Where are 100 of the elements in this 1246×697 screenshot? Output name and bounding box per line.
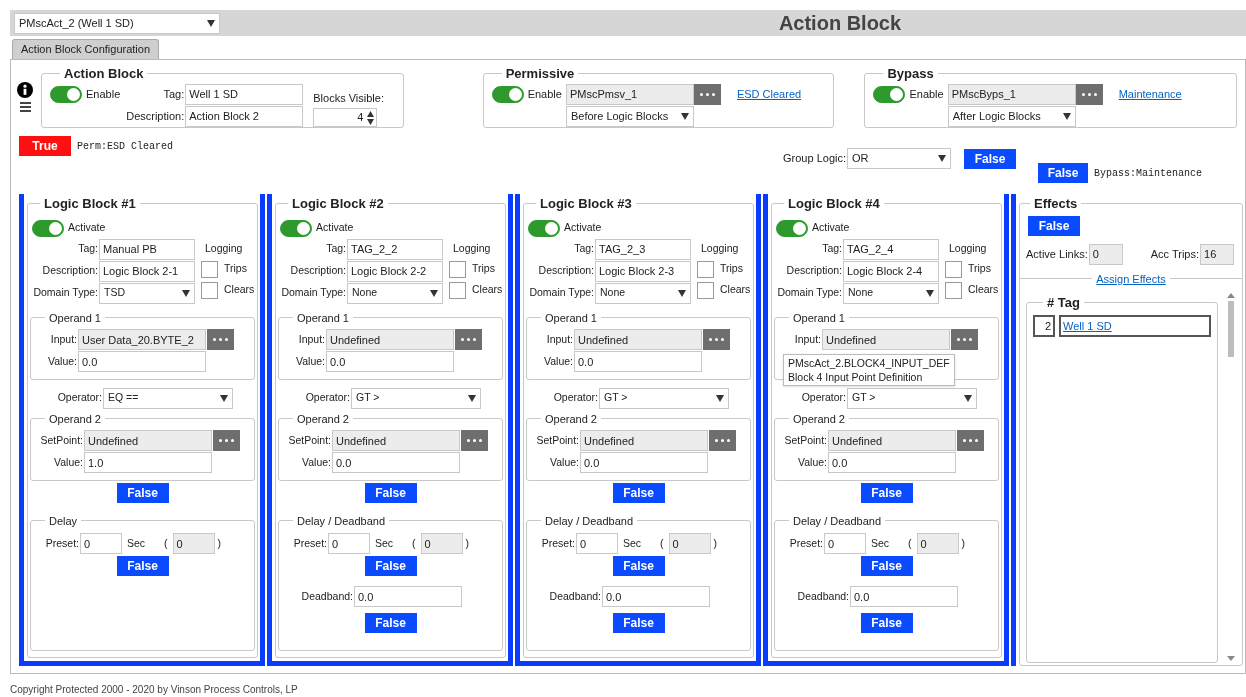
- dropdown[interactable]: EQ ==: [103, 387, 233, 409]
- caret-icon: [716, 394, 724, 402]
- checkbox[interactable]: [945, 281, 962, 299]
- checkbox[interactable]: [697, 260, 714, 278]
- dropdown[interactable]: OR: [847, 148, 951, 169]
- text-field[interactable]: TAG_2_2: [347, 238, 443, 260]
- text-field[interactable]: 0.0: [574, 351, 702, 372]
- text-field[interactable]: 0.0: [78, 351, 206, 372]
- text-field[interactable]: 0: [80, 533, 122, 554]
- text-field[interactable]: Undefined: [828, 430, 956, 451]
- field-label: Domain Type:: [776, 285, 842, 301]
- text-field[interactable]: 0: [668, 533, 711, 554]
- dots-icon: [963, 439, 978, 442]
- tag-cell[interactable]: Well 1 SD: [1059, 314, 1211, 337]
- browse-button[interactable]: [693, 83, 721, 105]
- text-field[interactable]: 0.0: [850, 586, 958, 607]
- toggle-switch[interactable]: [280, 219, 312, 237]
- text-field[interactable]: Well 1 SD: [185, 83, 304, 105]
- caret-icon: [207, 19, 215, 27]
- text-field[interactable]: 0: [576, 533, 618, 554]
- toggle-switch[interactable]: [776, 219, 808, 237]
- text-field[interactable]: Logic Block 2-3: [595, 260, 691, 282]
- text-field[interactable]: 0: [916, 533, 959, 554]
- text-field[interactable]: PMscByps_1: [947, 83, 1076, 105]
- text-field[interactable]: TAG_2_3: [595, 238, 691, 260]
- text-field[interactable]: 0: [824, 533, 866, 554]
- checkbox[interactable]: [945, 260, 962, 278]
- dropdown[interactable]: PMscAct_2 (Well 1 SD): [14, 12, 220, 34]
- toggle-switch[interactable]: [491, 85, 524, 103]
- text-field[interactable]: 0.0: [354, 586, 462, 607]
- checkbox[interactable]: [201, 281, 218, 299]
- checkbox[interactable]: [201, 260, 218, 278]
- text-field[interactable]: 0: [328, 533, 370, 554]
- browse-button[interactable]: [957, 430, 984, 451]
- text-field[interactable]: PMscPmsv_1: [565, 83, 694, 105]
- link[interactable]: Maintenance: [1118, 87, 1182, 100]
- text-field[interactable]: User Data_20.BYTE_2: [78, 329, 206, 350]
- text-field[interactable]: 0: [420, 533, 463, 554]
- dropdown[interactable]: TSD: [99, 282, 195, 304]
- text-field[interactable]: 1.0: [84, 452, 212, 473]
- text-field[interactable]: 0.0: [580, 452, 708, 473]
- text-field[interactable]: 0.0: [828, 452, 956, 473]
- caret-icon: [1062, 112, 1071, 120]
- number-spinner[interactable]: 4: [313, 108, 378, 127]
- text-field[interactable]: 16: [1200, 243, 1235, 265]
- browse-button[interactable]: [213, 430, 240, 451]
- text-field[interactable]: 0.0: [332, 452, 460, 473]
- checkbox[interactable]: [449, 260, 466, 278]
- toggle-switch[interactable]: [50, 85, 82, 103]
- toggle-switch[interactable]: [32, 219, 64, 237]
- text-field[interactable]: Undefined: [326, 329, 454, 350]
- browse-button[interactable]: [951, 329, 978, 350]
- dropdown[interactable]: Before Logic Blocks: [565, 105, 694, 127]
- text-field[interactable]: Manual PB: [99, 238, 195, 260]
- dropdown[interactable]: None: [595, 282, 691, 304]
- menu-icon[interactable]: [19, 102, 31, 112]
- text-field[interactable]: Logic Block 2-1: [99, 260, 195, 282]
- dropdown[interactable]: GT >: [847, 387, 977, 409]
- dropdown[interactable]: None: [347, 282, 443, 304]
- scroll-down-icon[interactable]: [1227, 656, 1235, 661]
- status-note: Bypass:Maintenance: [1094, 166, 1203, 181]
- caret-icon: [220, 394, 228, 402]
- checkbox[interactable]: [449, 281, 466, 299]
- browse-button[interactable]: [455, 329, 482, 350]
- dropdown[interactable]: GT >: [599, 387, 729, 409]
- group-title: Operand 1: [48, 310, 102, 326]
- text-field[interactable]: 0.0: [326, 351, 454, 372]
- checkbox[interactable]: [697, 281, 714, 299]
- field-label: Domain Type:: [280, 285, 346, 301]
- dropdown[interactable]: None: [843, 282, 939, 304]
- checkbox-label: Clears: [720, 282, 751, 298]
- text-field[interactable]: Undefined: [574, 329, 702, 350]
- text-field[interactable]: Undefined: [822, 329, 950, 350]
- text-field[interactable]: Undefined: [332, 430, 460, 451]
- text-field[interactable]: Undefined: [84, 430, 212, 451]
- browse-button[interactable]: [461, 430, 488, 451]
- browse-button[interactable]: [1075, 83, 1103, 105]
- checkbox-label: Clears: [224, 282, 255, 298]
- link[interactable]: Assign Effects: [1096, 272, 1166, 285]
- browse-button[interactable]: [207, 329, 234, 350]
- status-indicator: True: [19, 136, 71, 156]
- link[interactable]: ESD Cleared: [736, 87, 802, 100]
- scroll-up-icon[interactable]: [1227, 293, 1235, 298]
- text-field[interactable]: 0: [172, 533, 215, 554]
- dropdown[interactable]: After Logic Blocks: [947, 105, 1076, 127]
- text-field[interactable]: Logic Block 2-2: [347, 260, 443, 282]
- text-field[interactable]: 0.0: [602, 586, 710, 607]
- browse-button[interactable]: [703, 329, 730, 350]
- browse-button[interactable]: [709, 430, 736, 451]
- toggle-switch[interactable]: [528, 219, 560, 237]
- field-label: Input:: [297, 331, 325, 347]
- text-field[interactable]: Undefined: [580, 430, 708, 451]
- dropdown[interactable]: GT >: [351, 387, 481, 409]
- text-field[interactable]: Logic Block 2-4: [843, 260, 939, 282]
- group-title: Bypass: [886, 65, 935, 83]
- text-field[interactable]: 0: [1088, 243, 1123, 265]
- text-field[interactable]: TAG_2_4: [843, 238, 939, 260]
- tab[interactable]: Action Block Configuration: [12, 39, 159, 59]
- toggle-switch[interactable]: [873, 85, 906, 103]
- text-field[interactable]: Action Block 2: [185, 105, 304, 127]
